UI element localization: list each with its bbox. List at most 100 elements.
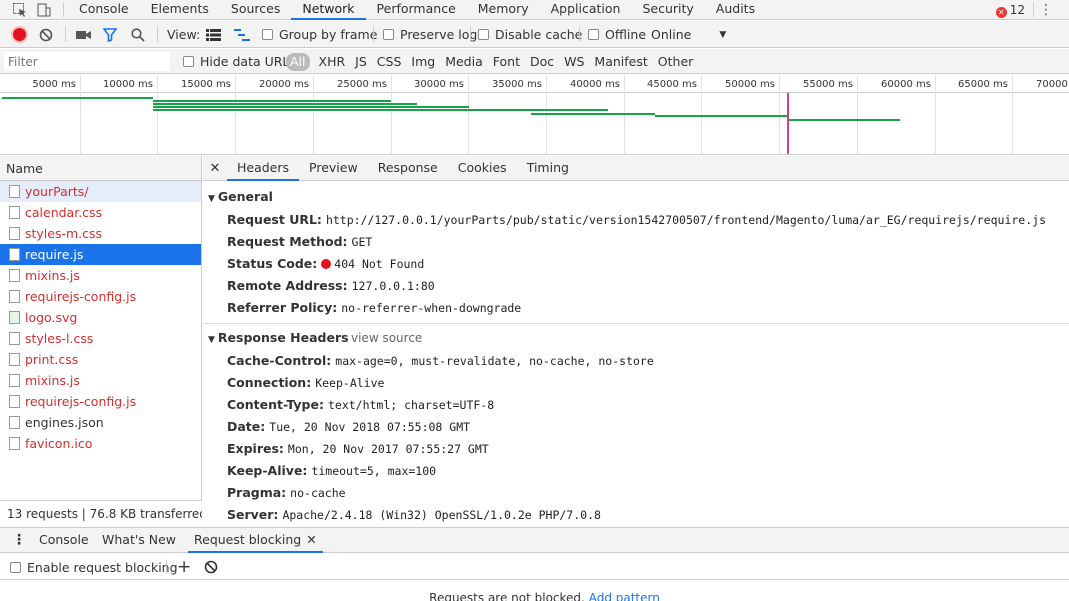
filter-type-img[interactable]: Img: [406, 53, 440, 71]
close-details-icon[interactable]: ✕: [203, 161, 227, 176]
customize-menu-icon[interactable]: ⋮: [1039, 1, 1053, 19]
timeline-request-bar: [2, 97, 153, 99]
tab-application[interactable]: Application: [540, 0, 632, 20]
inspect-element-icon[interactable]: [12, 2, 28, 18]
timeline-tick-label: 60000 ms: [881, 79, 931, 90]
general-section-header[interactable]: ▼ General: [203, 185, 1069, 209]
drawer-tab-label: Request blocking: [194, 532, 302, 547]
tab-console[interactable]: Console: [68, 0, 140, 20]
filter-type-css[interactable]: CSS: [372, 53, 407, 71]
tab-elements[interactable]: Elements: [140, 0, 220, 20]
triangle-down-icon: ▼: [208, 194, 215, 204]
header-value: 127.0.0.1:80: [351, 279, 435, 293]
name-column-header[interactable]: Name: [0, 156, 201, 181]
offline-checkbox[interactable]: Offline: [588, 21, 646, 48]
details-tab-cookies[interactable]: Cookies: [448, 156, 517, 181]
timeline-tick-label: 50000 ms: [725, 79, 775, 90]
request-row[interactable]: print.css: [0, 349, 201, 370]
timeline-overview[interactable]: 5000 ms 10000 ms 15000 ms 20000 ms 25000 ms 3…: [0, 75, 1069, 155]
header-key: Status Code:: [227, 256, 318, 271]
large-rows-button[interactable]: [206, 21, 221, 48]
details-tab-response[interactable]: Response: [368, 156, 448, 181]
device-toolbar-icon[interactable]: [36, 2, 52, 18]
error-icon: ✕: [995, 7, 1007, 18]
request-row[interactable]: requirejs-config.js: [0, 391, 201, 412]
drawer-tab-whats-new[interactable]: What's New: [102, 528, 176, 553]
search-button[interactable]: [131, 21, 145, 48]
timeline-request-bar: [787, 119, 900, 121]
filter-type-manifest[interactable]: Manifest: [589, 53, 652, 71]
file-icon: [9, 374, 20, 387]
request-row[interactable]: favicon.ico: [0, 433, 201, 454]
view-source-link[interactable]: view source: [351, 326, 422, 350]
network-toolbar: View: Group by frame Preserve log Disabl…: [0, 21, 1069, 48]
request-row[interactable]: yourParts/: [0, 181, 201, 202]
preserve-log-checkbox[interactable]: Preserve log: [383, 21, 477, 48]
file-icon: [9, 437, 20, 450]
details-tab-timing[interactable]: Timing: [517, 156, 579, 181]
details-tab-headers[interactable]: Headers: [227, 156, 300, 181]
timeline-gridline: [157, 75, 158, 154]
tab-performance[interactable]: Performance: [366, 0, 467, 20]
drawer-tab-request-blocking[interactable]: Request blocking ✕: [188, 528, 323, 553]
filter-type-media[interactable]: Media: [440, 53, 488, 71]
remove-all-patterns-button[interactable]: [204, 554, 218, 580]
add-pattern-link[interactable]: Add pattern: [589, 591, 660, 601]
clear-button[interactable]: [39, 21, 53, 48]
timeline-gridline: [391, 75, 392, 154]
request-name: styles-l.css: [25, 331, 94, 346]
throttling-select[interactable]: Online ▼: [651, 21, 726, 48]
disable-cache-checkbox[interactable]: Disable cache: [478, 21, 582, 48]
header-row: Referrer Policy: no-referrer-when-downgra…: [203, 297, 1069, 319]
filter-toggle-button[interactable]: [103, 21, 117, 48]
response-headers-section-header[interactable]: ▼ Response Headers view source: [203, 326, 1069, 350]
request-row[interactable]: requirejs-config.js: [0, 286, 201, 307]
filter-type-js[interactable]: JS: [350, 53, 372, 71]
request-name: requirejs-config.js: [25, 289, 137, 304]
hide-data-urls-checkbox[interactable]: Hide data URLs: [183, 49, 296, 74]
add-pattern-plus-icon[interactable]: +: [177, 554, 191, 580]
header-value: timeout=5, max=100: [311, 464, 437, 478]
close-tab-icon[interactable]: ✕: [306, 532, 316, 547]
drawer-tabbar: ⋮ Console What's New Request blocking ✕: [0, 527, 1069, 553]
filter-type-doc[interactable]: Doc: [525, 53, 559, 71]
tab-audits[interactable]: Audits: [705, 0, 766, 20]
filter-type-all[interactable]: All: [286, 52, 310, 71]
request-name: logo.svg: [25, 310, 78, 325]
enable-request-blocking-checkbox[interactable]: Enable request blocking: [10, 554, 178, 580]
timeline-tick-label: 65000 ms: [958, 79, 1008, 90]
filter-input[interactable]: [4, 52, 170, 71]
timeline-tick-label: 30000 ms: [414, 79, 464, 90]
drawer-menu-icon[interactable]: ⋮: [12, 528, 26, 553]
request-row[interactable]: styles-l.css: [0, 328, 201, 349]
header-value: Keep-Alive: [315, 376, 385, 390]
request-row[interactable]: require.js: [0, 244, 201, 265]
request-blocking-toolbar: Enable request blocking +: [0, 554, 1069, 580]
request-row[interactable]: engines.json: [0, 412, 201, 433]
drawer-tab-console[interactable]: Console: [39, 528, 89, 553]
group-by-frame-checkbox[interactable]: Group by frame: [262, 21, 377, 48]
tab-sources[interactable]: Sources: [220, 0, 291, 20]
filter-type-other[interactable]: Other: [653, 53, 699, 71]
tab-memory[interactable]: Memory: [467, 0, 540, 20]
record-button[interactable]: [11, 21, 28, 48]
error-counter[interactable]: ✕ 12: [995, 2, 1025, 18]
request-row[interactable]: mixins.js: [0, 370, 201, 391]
details-tab-preview[interactable]: Preview: [299, 156, 368, 181]
request-row[interactable]: styles-m.css: [0, 223, 201, 244]
header-row: Expires: Mon, 20 Nov 2017 07:55:27 GMT: [203, 438, 1069, 460]
filter-type-xhr[interactable]: XHR: [314, 53, 351, 71]
request-name: mixins.js: [25, 268, 80, 283]
filter-type-font[interactable]: Font: [488, 53, 525, 71]
tab-network[interactable]: Network: [291, 0, 366, 20]
capture-screenshots-button[interactable]: [76, 21, 91, 48]
general-title: General: [217, 189, 273, 204]
filter-type-ws[interactable]: WS: [559, 53, 589, 71]
tab-security[interactable]: Security: [631, 0, 704, 20]
request-name: calendar.css: [25, 205, 103, 220]
header-row: Date: Tue, 20 Nov 2018 07:55:08 GMT: [203, 416, 1069, 438]
request-row[interactable]: logo.svg: [0, 307, 201, 328]
request-row[interactable]: mixins.js: [0, 265, 201, 286]
request-row[interactable]: calendar.css: [0, 202, 201, 223]
overview-toggle-button[interactable]: [234, 21, 250, 48]
